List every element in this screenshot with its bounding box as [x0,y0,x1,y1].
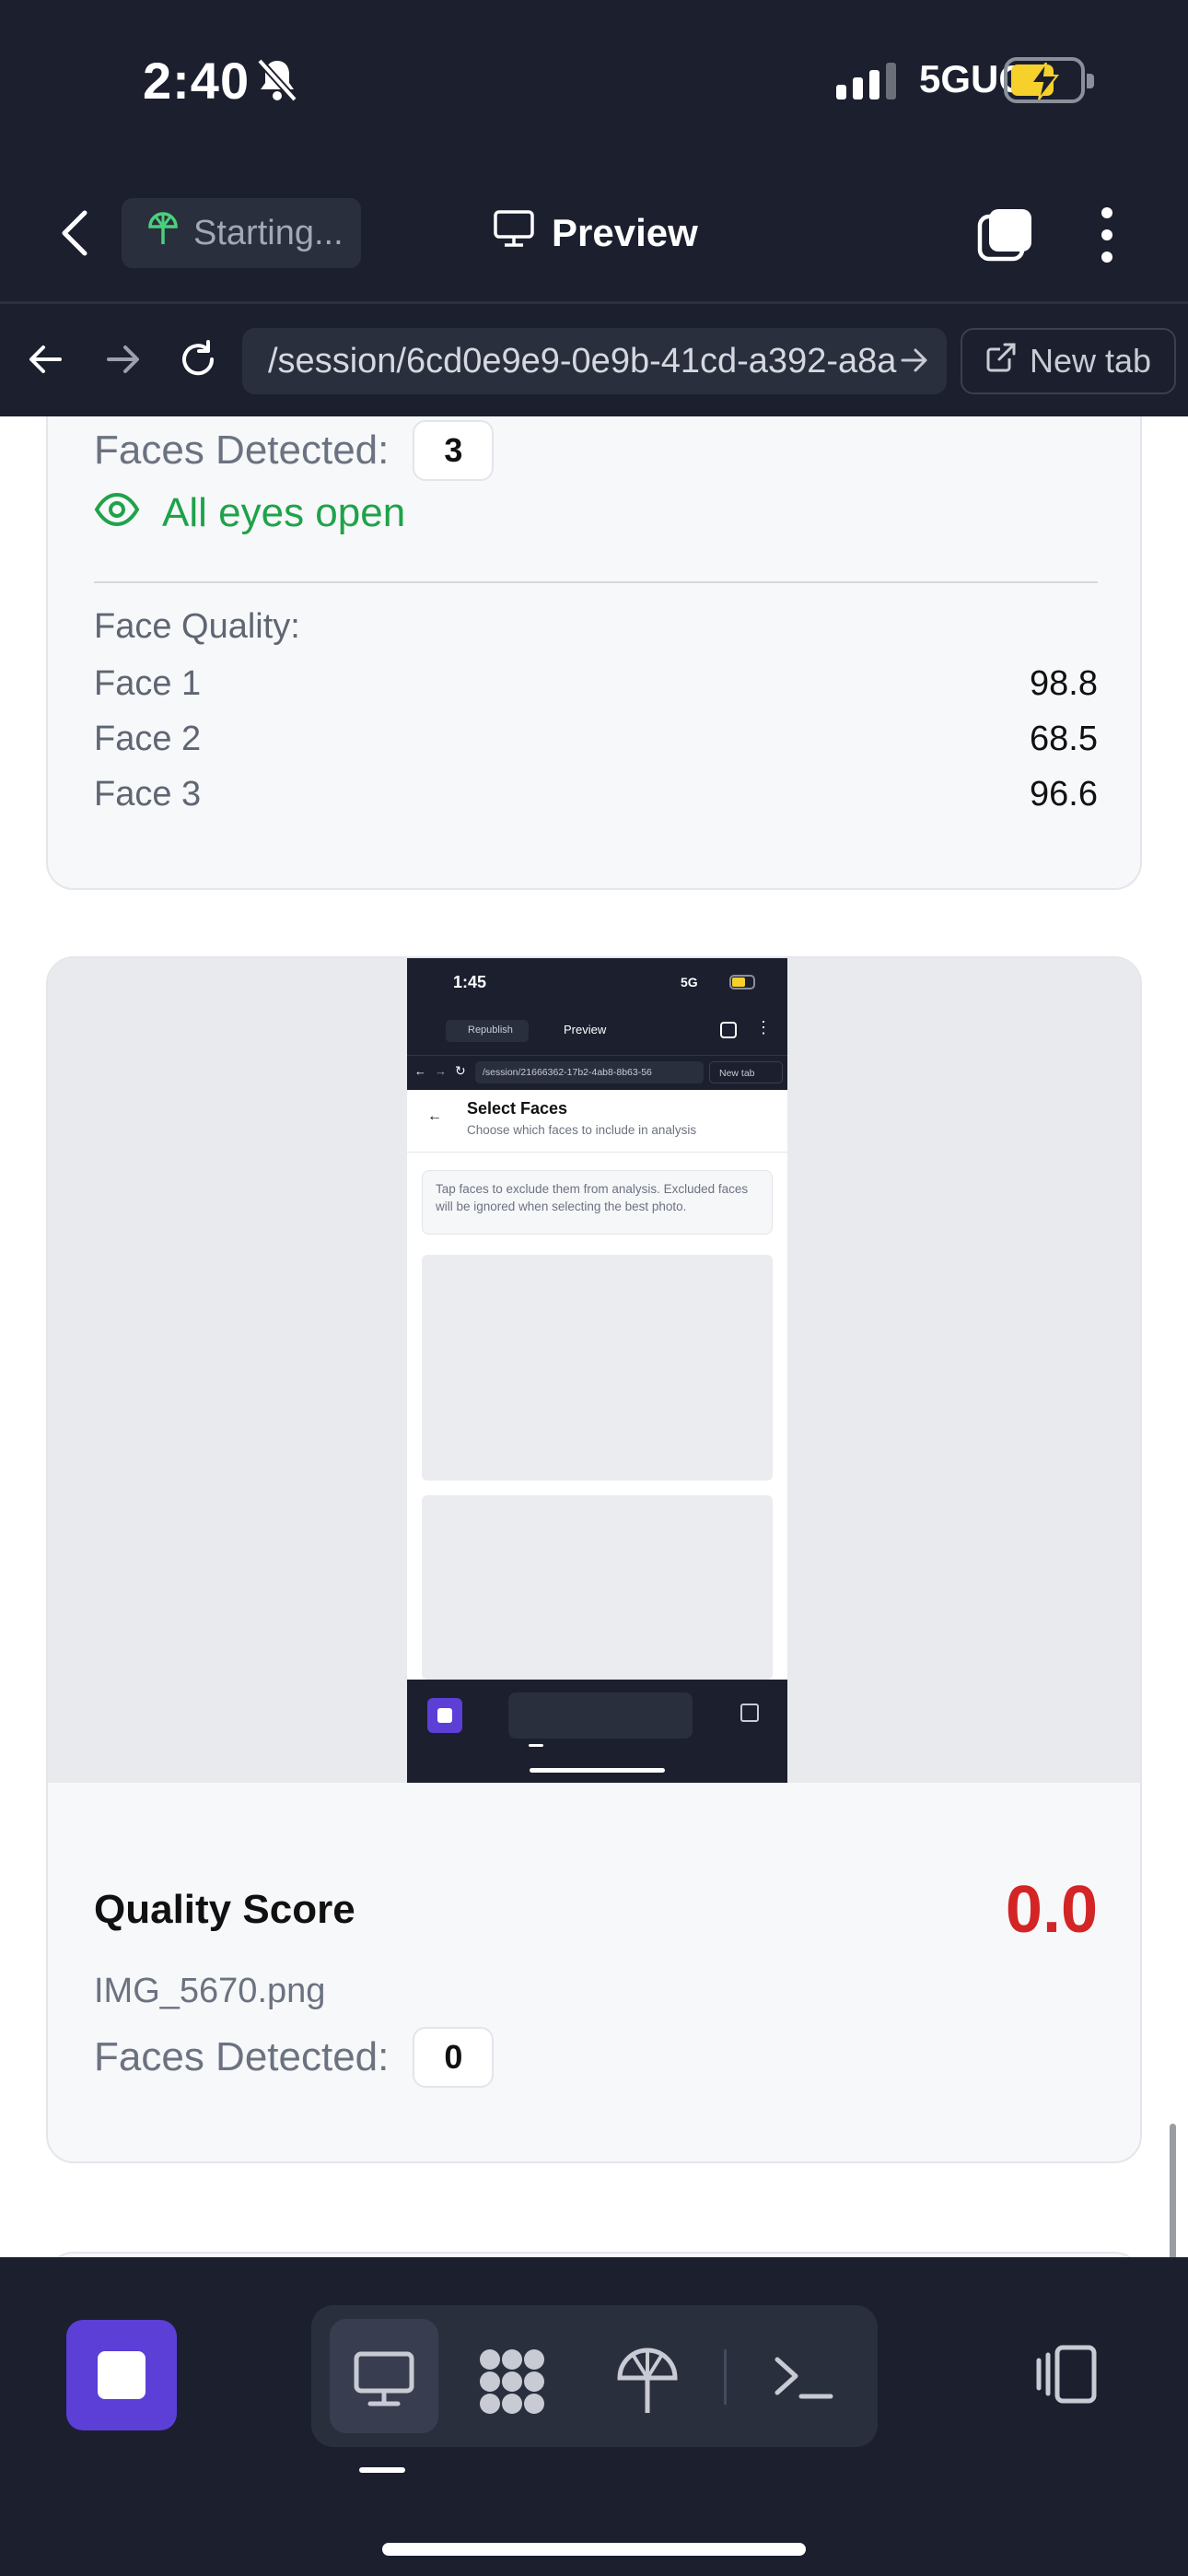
mini-new-tab: New tab [709,1061,783,1083]
divider [94,581,1098,583]
filename-label: IMG_5670.png [94,1972,326,2010]
more-vertical-icon[interactable] [1096,207,1118,263]
face-quality-row: Face 1 98.8 [94,664,1098,704]
terminal-icon[interactable] [772,2347,836,2411]
mini-home-indicator [530,1768,665,1773]
mini-layout-icon [740,1704,759,1722]
status-pill[interactable]: Starting... [122,198,361,268]
mini-time: 1:45 [453,973,487,991]
faces-detected-row: Faces Detected: 0 [94,2027,495,2088]
chevron-left-icon[interactable] [57,209,94,257]
mini-status-pill: Republish [446,1020,529,1042]
layout-icon[interactable] [1033,2342,1100,2408]
mini-tabs-icon [720,1022,737,1038]
tabs-icon[interactable] [976,205,1035,264]
quality-score-value: 0.0 [1005,1873,1098,1947]
mini-bottom-bar [407,1680,787,1783]
monitor-icon [493,209,535,257]
new-tab-button[interactable]: New tab [961,328,1176,394]
external-link-icon [985,342,1017,381]
mini-segmented-control [508,1692,693,1739]
status-time: 2:40 [143,52,250,110]
home-indicator[interactable] [382,2543,806,2556]
mini-reload-icon: ↻ [455,1063,466,1078]
mini-more-icon: ⋮ [755,1018,772,1036]
eyes-status: All eyes open [94,490,405,536]
faces-detected-label: Faces Detected: [94,2034,390,2079]
mini-network: 5G [681,975,698,989]
url-bar: /session/6cd0e9e9-0e9b-41cd-a392-a8a New… [0,304,1188,416]
status-bar: 2:40 5GUC [0,0,1188,161]
face-label: Face 1 [94,664,202,703]
face-score: 96.6 [1030,775,1098,814]
face-label: Face 2 [94,720,202,758]
photo-thumbnail[interactable]: 1:45 5G ‹ Republish Preview ⋮ ← → ↻ /ses… [48,958,1140,1783]
url-text: /session/6cd0e9e9-0e9b-41cd-a392-a8a [268,341,897,381]
mini-battery-icon [729,975,755,989]
face-score: 98.8 [1030,664,1098,703]
mini-back-icon: ← [427,1108,442,1124]
hub-icon[interactable] [477,2347,544,2414]
face-label: Face 3 [94,775,202,814]
reload-icon[interactable] [175,336,221,382]
mini-url-bar: ← → ↻ /session/21666362-17b2-4ab8-8b63-5… [407,1055,787,1090]
mini-status-bar: 1:45 5G [407,958,787,1009]
mini-url-field: /session/21666362-17b2-4ab8-8b63-56 [475,1061,704,1083]
faces-detected-label: Faces Detected: [94,427,390,473]
mini-tip-box: Tap faces to exclude them from analysis.… [422,1170,773,1235]
face-quality-row: Face 3 96.6 [94,775,1098,814]
monitor-icon[interactable] [352,2347,416,2411]
arrow-right-icon[interactable] [99,336,146,382]
result-card: Faces Detected: 3 All eyes open Face Qua… [46,416,1142,890]
stop-icon[interactable] [66,2320,177,2430]
mini-face-placeholder [422,1255,773,1481]
mini-app-bar: ‹ Republish Preview ⋮ [407,1009,787,1055]
segment-divider [724,2349,727,2405]
preview-title: Preview [493,209,698,257]
mini-arrow-right-icon: → [435,1064,447,1078]
mini-indicator [529,1744,543,1747]
mini-face-placeholder [422,1495,773,1680]
bottom-toolbar [0,2257,1188,2576]
mini-page-subtitle: Choose which faces to include in analysi… [467,1123,697,1137]
faces-count-badge: 3 [413,420,495,481]
url-field[interactable]: /session/6cd0e9e9-0e9b-41cd-a392-a8a [242,328,947,394]
battery-charging-icon [1004,57,1094,103]
content-area[interactable]: Faces Detected: 3 All eyes open Face Qua… [0,416,1188,2257]
face-quality-title: Face Quality: [94,607,300,646]
preview-title-label: Preview [552,211,698,254]
face-score: 68.5 [1030,720,1098,758]
eye-icon [94,490,140,536]
mini-arrow-left-icon: ← [414,1064,426,1078]
view-switcher [311,2305,878,2447]
signal-icon [836,63,896,100]
mini-preview-title: Preview [564,1023,607,1036]
mini-page-header: ← Select Faces Choose which faces to inc… [407,1090,787,1153]
mini-stop-icon [427,1698,462,1733]
active-indicator [359,2467,405,2473]
new-tab-label: New tab [1029,342,1152,380]
screenshot-image: 1:45 5G ‹ Republish Preview ⋮ ← → ↻ /ses… [407,958,787,1783]
quality-score-label: Quality Score [94,1887,355,1932]
bell-slash-icon [256,57,298,108]
go-arrow-icon[interactable] [899,342,930,388]
faces-detected-row: Faces Detected: 3 [94,420,495,481]
result-card[interactable]: 1:45 5G ‹ Republish Preview ⋮ ← → ↻ /ses… [46,956,1142,2163]
scrollbar-thumb[interactable] [1170,2124,1176,2257]
umbrella-icon[interactable] [615,2347,680,2413]
eyes-status-label: All eyes open [162,490,406,535]
faces-count-badge: 0 [413,2027,495,2088]
face-quality-row: Face 2 68.5 [94,720,1098,759]
app-bar: Starting... Preview [0,161,1188,304]
arrow-left-icon[interactable] [23,336,69,382]
status-pill-label: Starting... [193,213,344,252]
umbrella-icon [147,211,179,255]
mini-page-title: Select Faces [467,1099,568,1118]
